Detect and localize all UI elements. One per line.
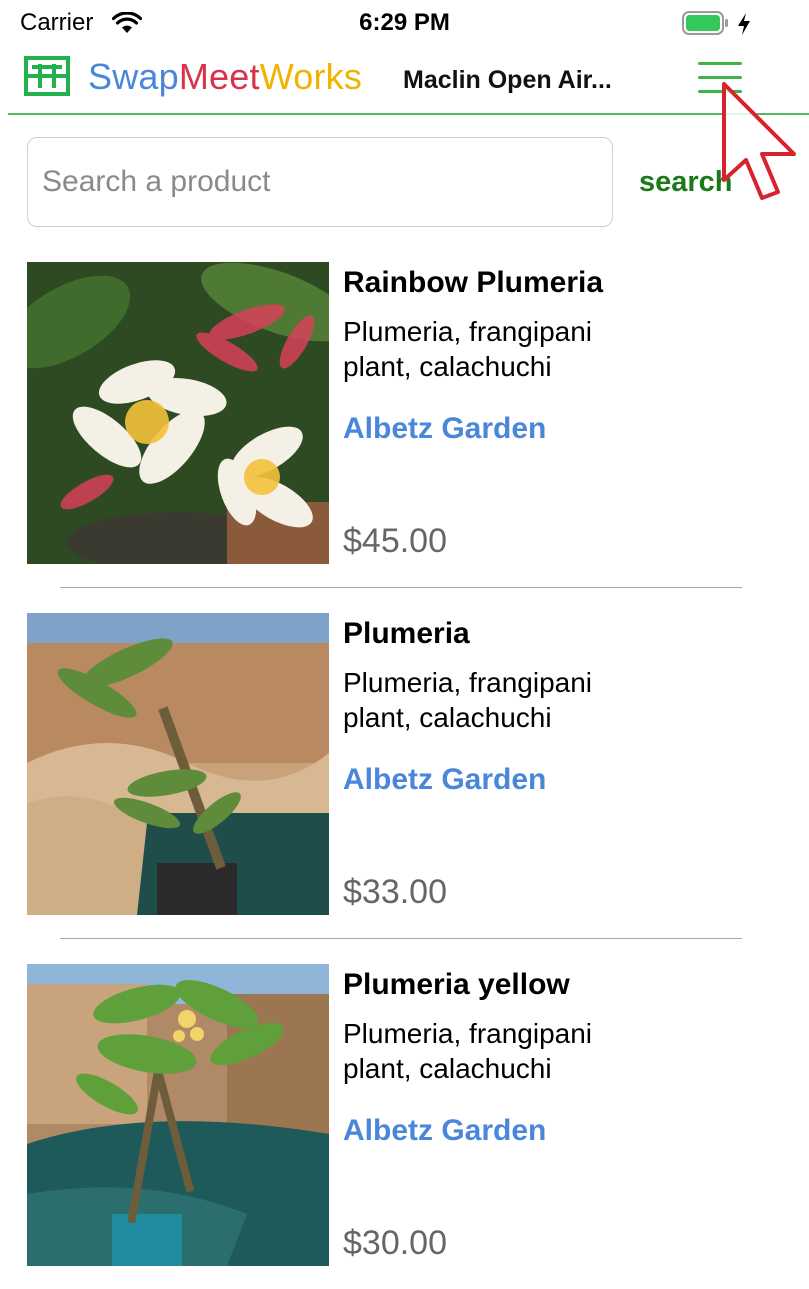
swapmeetworks-logo-icon[interactable]	[24, 56, 70, 96]
product-name[interactable]: Rainbow Plumeria	[343, 266, 603, 300]
battery-icon	[682, 11, 728, 35]
status-bar: Carrier 6:29 PM	[0, 0, 809, 48]
product-name[interactable]: Plumeria yellow	[343, 968, 570, 1002]
product-name[interactable]: Plumeria	[343, 617, 470, 651]
brand-part-meet: Meet	[178, 56, 260, 97]
charging-bolt-icon	[738, 13, 750, 35]
seller-link[interactable]: Albetz Garden	[343, 1114, 546, 1148]
hamburger-menu-icon[interactable]	[694, 54, 746, 100]
market-name: Maclin Open Air...	[403, 66, 612, 94]
product-description: Plumeria, frangipani plant, calachuchi	[343, 1018, 593, 1084]
header-divider	[8, 113, 809, 115]
brand-part-swap: Swap	[88, 56, 179, 97]
brand-part-works: Works	[259, 56, 363, 97]
product-image[interactable]	[27, 964, 329, 1266]
search-button[interactable]: search	[639, 166, 733, 199]
product-image[interactable]	[27, 262, 329, 564]
product-item[interactable]: Plumeria yellow Plumeria, frangipani pla…	[0, 964, 809, 1289]
product-price: $30.00	[343, 1224, 447, 1262]
product-description: Plumeria, frangipani plant, calachuchi	[343, 316, 593, 382]
product-price: $33.00	[343, 873, 447, 911]
product-price: $45.00	[343, 522, 447, 560]
seller-link[interactable]: Albetz Garden	[343, 412, 546, 446]
product-item[interactable]: Plumeria Plumeria, frangipani plant, cal…	[0, 613, 809, 939]
list-divider	[60, 587, 742, 588]
search-input[interactable]	[27, 137, 613, 227]
product-description: Plumeria, frangipani plant, calachuchi	[343, 667, 593, 733]
app-header: SwapMeetWorks Maclin Open Air...	[0, 48, 809, 114]
seller-link[interactable]: Albetz Garden	[343, 763, 546, 797]
list-divider	[60, 938, 742, 939]
product-item[interactable]: Rainbow Plumeria Plumeria, frangipani pl…	[0, 262, 809, 588]
brand-wordmark[interactable]: SwapMeetWorks	[88, 56, 362, 98]
product-image[interactable]	[27, 613, 329, 915]
